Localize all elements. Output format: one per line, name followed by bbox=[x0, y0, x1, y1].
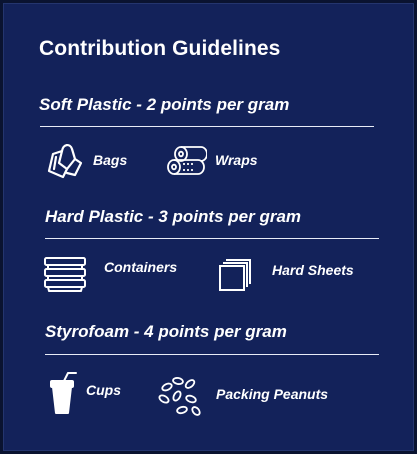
list-item-packing-peanuts: Packing Peanuts bbox=[158, 375, 328, 417]
item-label: Cups bbox=[86, 382, 121, 398]
item-label: Bags bbox=[93, 152, 128, 168]
section-divider bbox=[45, 238, 379, 239]
panel-title: Contribution Guidelines bbox=[39, 37, 281, 60]
section-divider bbox=[40, 126, 374, 127]
section-heading-styrofoam: Styrofoam - 4 points per gram bbox=[45, 322, 287, 341]
contribution-guidelines-panel: Contribution Guidelines Soft Plastic - 2… bbox=[0, 0, 417, 454]
item-label: Wraps bbox=[215, 152, 258, 168]
cup-with-straw-icon bbox=[48, 371, 78, 415]
item-label: Containers bbox=[104, 259, 178, 275]
item-label: Hard Sheets bbox=[272, 262, 354, 278]
list-item-hard-sheets: Hard Sheets bbox=[218, 255, 354, 293]
item-label: Packing Peanuts bbox=[216, 386, 329, 402]
list-item-cups: Cups bbox=[48, 371, 121, 415]
list-item-wraps: Wraps bbox=[165, 143, 258, 177]
section-divider bbox=[45, 354, 379, 355]
stacked-containers-icon bbox=[43, 254, 87, 294]
stacked-sheets-icon bbox=[218, 255, 252, 293]
packing-peanuts-icon bbox=[158, 375, 202, 417]
list-item-containers: Containers bbox=[43, 254, 177, 294]
wrap-rolls-icon bbox=[165, 143, 207, 177]
plastic-bag-icon bbox=[45, 141, 85, 179]
section-heading-hard-plastic: Hard Plastic - 3 points per gram bbox=[45, 207, 302, 226]
section-heading-soft-plastic: Soft Plastic - 2 points per gram bbox=[39, 95, 290, 114]
list-item-bags: Bags bbox=[45, 141, 127, 179]
